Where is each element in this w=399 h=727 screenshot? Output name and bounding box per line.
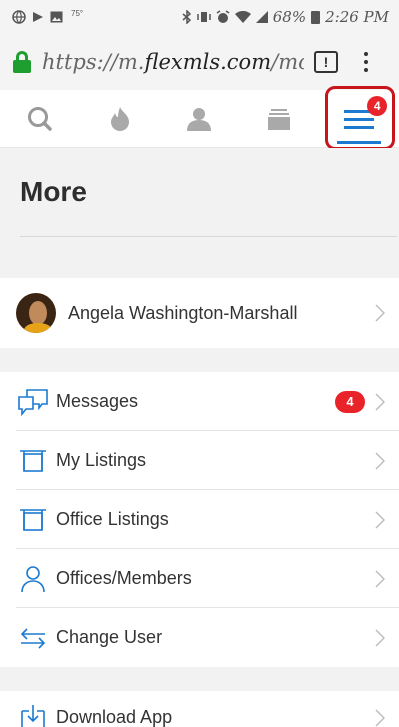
clock-time: 2:26 PM [325, 8, 389, 26]
battery-percent: 68% [272, 8, 307, 26]
vibrate-icon [197, 12, 211, 22]
chevron-right-icon [375, 304, 389, 322]
lock-icon[interactable] [12, 51, 32, 73]
user-name: Angela Washington-Marshall [68, 302, 298, 323]
menu-item-offices-members[interactable]: Offices/Members [0, 549, 399, 608]
menu-item-change-user[interactable]: Change User [0, 608, 399, 667]
search-icon [27, 106, 52, 131]
wifi-icon [234, 10, 251, 23]
menu-item-label: Messages [56, 391, 139, 411]
menu-item-label: Download App [56, 707, 173, 727]
person-icon [187, 107, 212, 131]
nav-hot-sheet-button[interactable] [80, 90, 160, 148]
globe-icon [12, 10, 26, 24]
chevron-right-icon [375, 709, 389, 727]
nav-more-button[interactable]: 4 [319, 85, 399, 150]
browser-address-bar: https://m.flexmls.com/mo ! [0, 34, 399, 90]
url-prefix: https://m. [42, 50, 145, 74]
stack-icon [268, 108, 291, 130]
status-left-icons: 75° [12, 8, 84, 24]
nav-collections-button[interactable] [239, 90, 319, 148]
battery-icon [311, 10, 321, 24]
divider [20, 236, 397, 237]
active-tab-indicator [337, 140, 382, 144]
tab-switcher-button[interactable]: ! [314, 51, 338, 73]
chevron-right-icon [375, 392, 389, 411]
person-outline-icon [16, 564, 50, 594]
bluetooth-icon [182, 10, 191, 24]
section-gap [0, 248, 399, 278]
nav-search-button[interactable] [0, 90, 80, 148]
menu-item-download-app[interactable]: Download App [0, 691, 399, 727]
listing-frame-icon [16, 505, 50, 535]
signal-icon [255, 11, 268, 23]
tab-count: ! [323, 54, 329, 70]
play-store-icon [33, 12, 43, 22]
nav-notification-badge: 4 [367, 95, 388, 116]
page-title: More [20, 176, 87, 207]
swap-arrows-icon [16, 623, 50, 653]
menu-item-label: My Listings [56, 450, 147, 470]
menu-item-label: Offices/Members [56, 568, 192, 588]
url-host: flexmls.com [144, 50, 272, 74]
menu-item-messages[interactable]: Messages 4 [0, 372, 399, 431]
menu-item-my-listings[interactable]: My Listings [0, 431, 399, 490]
menu-item-label: Change User [56, 627, 163, 647]
chat-bubbles-icon [16, 387, 50, 417]
status-bar: 75° 68% 2:26 PM [0, 0, 399, 34]
image-icon [50, 11, 63, 23]
section-gap [0, 667, 399, 691]
app-nav-bar: 4 [0, 85, 399, 150]
page-header: More [0, 148, 399, 248]
browser-menu-icon[interactable] [356, 52, 376, 72]
chevron-right-icon [375, 510, 389, 529]
messages-count-badge: 4 [335, 390, 365, 413]
listing-frame-icon [16, 446, 50, 476]
url-suffix: /mo [271, 50, 304, 74]
alarm-icon [216, 10, 230, 23]
download-icon [16, 703, 50, 727]
menu-item-label: Office Listings [56, 509, 169, 529]
avatar [16, 293, 56, 333]
flame-icon [110, 106, 129, 131]
nav-contacts-button[interactable] [160, 90, 240, 148]
url-field[interactable]: https://m.flexmls.com/mo [42, 50, 304, 74]
menu-item-office-listings[interactable]: Office Listings [0, 490, 399, 549]
chevron-right-icon [375, 451, 389, 470]
chevron-right-icon [375, 569, 389, 588]
chevron-right-icon [375, 628, 389, 647]
status-right-icons: 68% 2:26 PM [182, 8, 389, 26]
user-profile-row[interactable]: Angela Washington-Marshall [0, 278, 399, 348]
weather-temp: 75° [71, 8, 84, 18]
section-gap [0, 348, 399, 372]
